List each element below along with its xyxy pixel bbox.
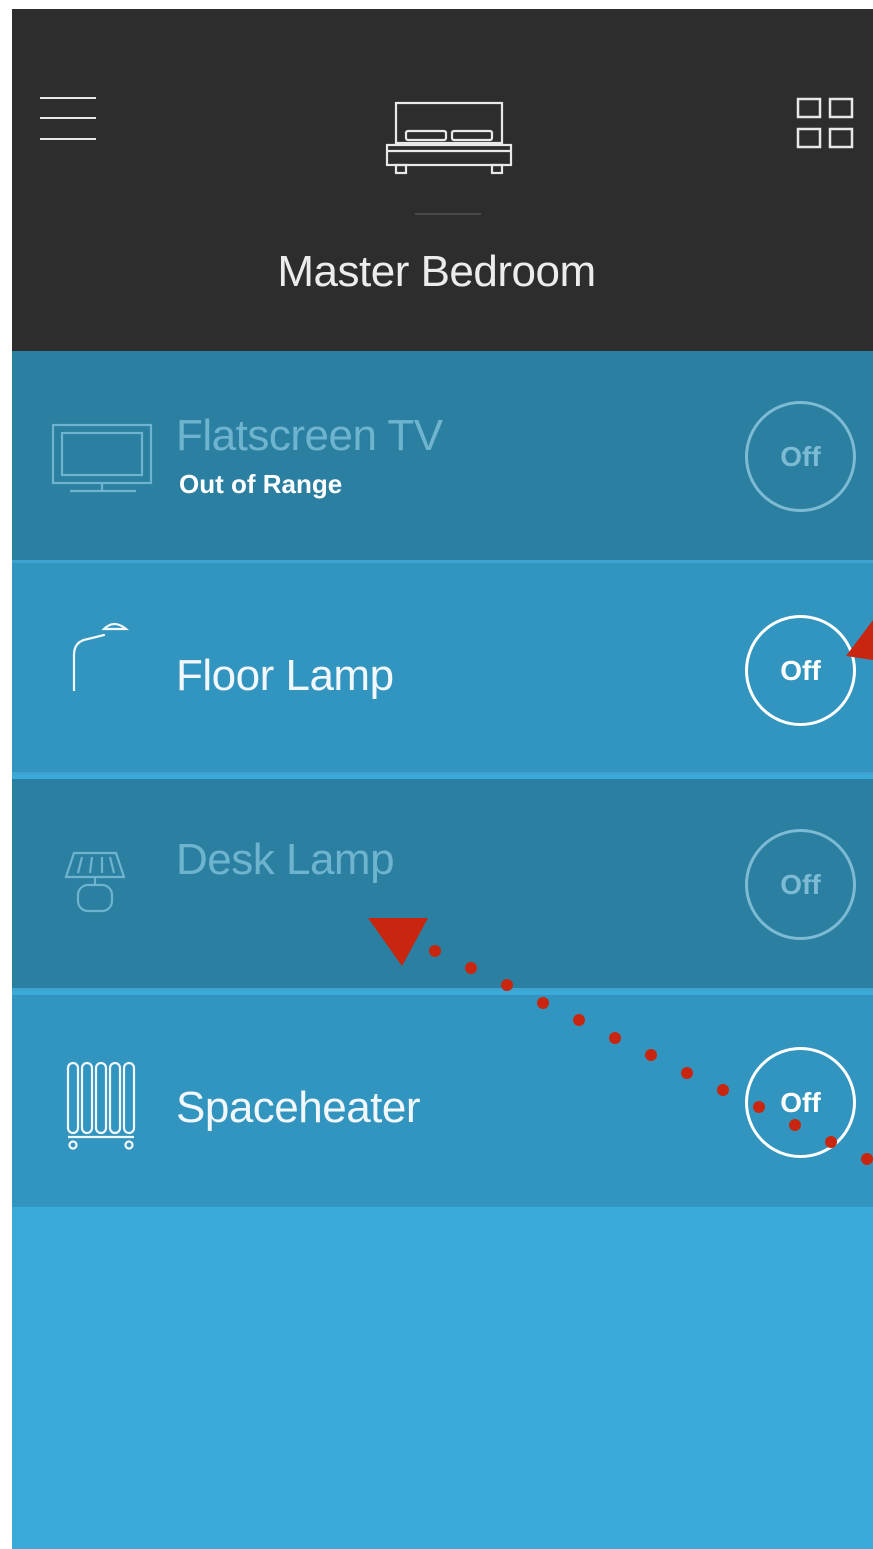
device-name: Flatscreen TV bbox=[176, 411, 443, 460]
power-toggle-button[interactable]: Off bbox=[745, 1047, 856, 1158]
room-title: Master Bedroom bbox=[277, 247, 596, 296]
title-divider bbox=[415, 213, 481, 215]
room-header: Master Bedroom bbox=[12, 9, 873, 351]
empty-area bbox=[12, 1207, 873, 1549]
device-name: Spaceheater bbox=[176, 1083, 421, 1132]
bed-icon bbox=[385, 101, 513, 175]
space-heater-icon bbox=[66, 1061, 136, 1150]
row-divider bbox=[12, 988, 873, 991]
tv-icon bbox=[51, 423, 153, 493]
power-toggle-button[interactable]: Off bbox=[745, 401, 856, 512]
device-row-desk-lamp[interactable]: Desk Lamp Off bbox=[12, 779, 873, 991]
device-row-flatscreen-tv[interactable]: Flatscreen TV Out of Range Off bbox=[12, 351, 873, 563]
power-toggle-button[interactable]: Off bbox=[745, 615, 856, 726]
device-name: Floor Lamp bbox=[176, 651, 394, 700]
device-name: Desk Lamp bbox=[176, 835, 395, 884]
power-toggle-button[interactable]: Off bbox=[745, 829, 856, 940]
grid-view-button[interactable] bbox=[796, 97, 856, 157]
device-status: Out of Range bbox=[179, 469, 343, 499]
grid-view-icon bbox=[796, 97, 854, 149]
device-row-spaceheater[interactable]: Spaceheater Off bbox=[12, 995, 873, 1207]
desk-lamp-icon bbox=[64, 851, 126, 913]
floor-lamp-icon bbox=[72, 622, 130, 691]
app-screen: Master Bedroom Flatscreen TV Out of Rang… bbox=[12, 9, 873, 1549]
menu-button[interactable] bbox=[38, 95, 98, 145]
device-row-floor-lamp[interactable]: Floor Lamp Off bbox=[12, 563, 873, 775]
row-divider bbox=[12, 772, 873, 775]
